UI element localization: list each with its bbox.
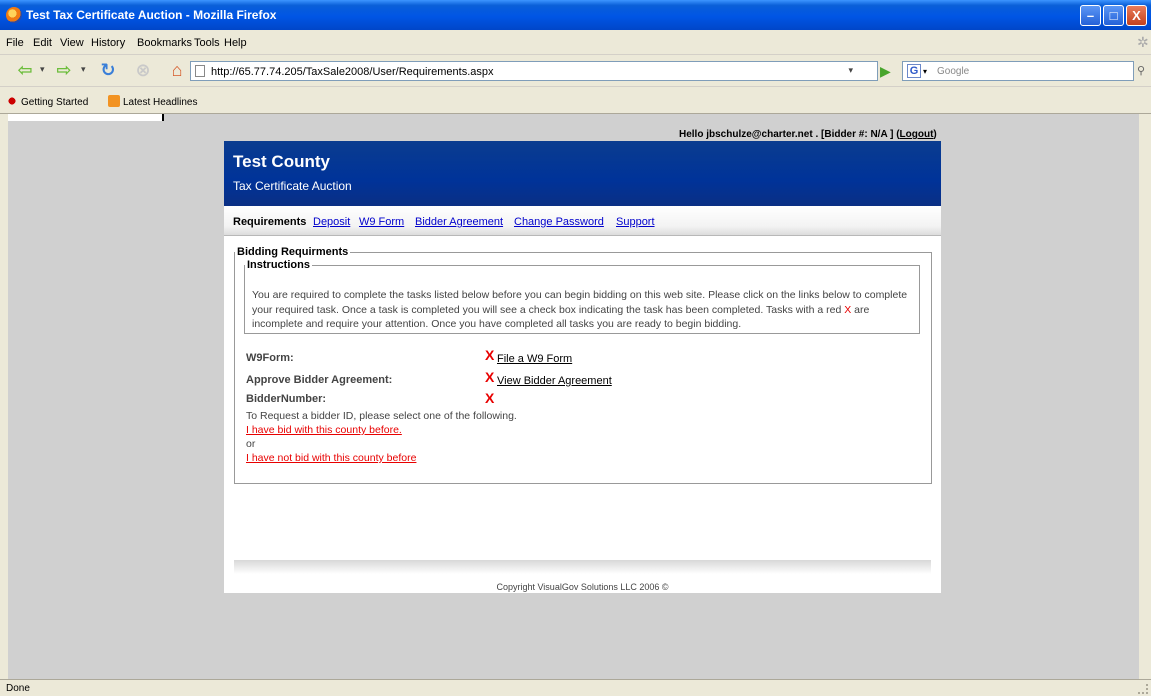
have-not-bid-before-link[interactable]: I have not bid with this county before	[246, 452, 416, 464]
bookmark-latest-headlines[interactable]: Latest Headlines	[108, 95, 198, 108]
instructions-legend: Instructions	[247, 259, 310, 271]
nav-requirements[interactable]: Requirements	[233, 216, 306, 228]
or-text: or	[246, 438, 256, 450]
window-title-bar: Test Tax Certificate Auction - Mozilla F…	[0, 0, 1151, 30]
menu-view[interactable]: View	[60, 37, 84, 49]
request-bidder-id-text: To Request a bidder ID, please select on…	[246, 410, 517, 422]
search-box[interactable]: G ▾ Google	[902, 61, 1134, 81]
bookmarks-toolbar: Getting Started Latest Headlines	[0, 87, 1151, 114]
menu-history[interactable]: History	[91, 37, 125, 49]
greeting-close-paren: )	[933, 129, 937, 140]
navigation-toolbar: ⇦ ▾ ⇨ ▾ ↻ ⊗ ⌂ http://65.77.74.205/TaxSal…	[0, 55, 1151, 87]
nav-w9-form[interactable]: W9 Form	[359, 216, 404, 228]
home-icon[interactable]: ⌂	[165, 58, 189, 82]
nav-bidder-agreement[interactable]: Bidder Agreement	[415, 216, 503, 228]
minimize-button[interactable]: –	[1080, 5, 1101, 26]
menu-edit[interactable]: Edit	[33, 37, 52, 49]
status-text: Done	[6, 683, 30, 694]
greeting-text: Hello jbschulze@charter.net . [Bidder #:…	[679, 129, 900, 140]
logout-link[interactable]: Logout	[900, 129, 934, 140]
menu-file[interactable]: File	[6, 37, 24, 49]
footer-divider	[234, 560, 931, 574]
nav-change-password[interactable]: Change Password	[514, 216, 604, 228]
forward-history-dropdown-icon[interactable]: ▾	[81, 64, 86, 75]
url-bar[interactable]: http://65.77.74.205/TaxSale2008/User/Req…	[190, 61, 878, 81]
status-bar: Done	[0, 679, 1151, 696]
menu-bar: File Edit View History Bookmarks Tools H…	[0, 30, 1151, 55]
resize-grip-icon[interactable]	[1138, 684, 1148, 694]
agreement-incomplete-x-icon: X	[485, 369, 495, 385]
page-fragment	[8, 114, 164, 121]
bidding-requirements-legend: Bidding Requirments	[237, 246, 349, 258]
nav-deposit[interactable]: Deposit	[313, 216, 350, 228]
instructions-part1: You are required to complete the tasks l…	[252, 289, 908, 316]
firefox-logo-icon	[6, 7, 22, 23]
task-label-bidder-number: BidderNumber:	[246, 393, 327, 405]
close-button[interactable]: X	[1126, 5, 1147, 26]
go-arrow-icon[interactable]: ▶	[880, 63, 891, 80]
site-banner: Test County Tax Certificate Auction	[224, 141, 941, 206]
firefox-bookmark-icon	[6, 95, 18, 107]
search-placeholder[interactable]: Google	[937, 66, 969, 77]
url-dropdown-icon[interactable]: ▾	[848, 65, 853, 76]
have-bid-before-link[interactable]: I have bid with this county before.	[246, 424, 402, 436]
county-title: Test County	[233, 152, 330, 171]
window-title: Test Tax Certificate Auction - Mozilla F…	[26, 8, 277, 22]
back-arrow-icon[interactable]: ⇦	[13, 58, 37, 82]
task-label-agreement: Approve Bidder Agreement:	[246, 374, 393, 386]
menu-bookmarks[interactable]: Bookmarks	[137, 37, 192, 49]
maximize-button[interactable]: □	[1103, 5, 1124, 26]
copyright-text: Copyright VisualGov Solutions LLC 2006 ©	[496, 582, 669, 592]
google-engine-icon[interactable]: G	[907, 64, 921, 78]
w9-incomplete-x-icon: X	[485, 347, 495, 363]
rss-feed-icon	[108, 95, 120, 107]
user-greeting: Hello jbschulze@charter.net . [Bidder #:…	[679, 129, 937, 140]
site-page: Test County Tax Certificate Auction Requ…	[224, 141, 941, 593]
site-nav: Requirements Deposit W9 Form Bidder Agre…	[224, 206, 941, 236]
search-engine-dropdown-icon[interactable]: ▾	[923, 67, 927, 76]
throbber-icon: ✲	[1137, 34, 1149, 50]
file-w9-link[interactable]: File a W9 Form	[497, 353, 572, 365]
bookmark-getting-started[interactable]: Getting Started	[6, 95, 88, 108]
menu-tools[interactable]: Tools	[194, 37, 220, 49]
nav-support[interactable]: Support	[616, 216, 655, 228]
browser-content: Hello jbschulze@charter.net . [Bidder #:…	[8, 114, 1139, 679]
forward-arrow-icon[interactable]: ⇨	[52, 58, 76, 82]
stop-icon[interactable]: ⊗	[131, 58, 155, 82]
auction-subtitle: Tax Certificate Auction	[233, 179, 352, 193]
reload-icon[interactable]: ↻	[96, 58, 120, 82]
menu-help[interactable]: Help	[224, 37, 247, 49]
back-history-dropdown-icon[interactable]: ▾	[40, 64, 45, 75]
bookmark-label: Latest Headlines	[123, 97, 198, 108]
bidder-number-incomplete-x-icon: X	[485, 390, 495, 406]
task-label-w9: W9Form:	[246, 352, 294, 364]
bookmark-label: Getting Started	[21, 97, 89, 108]
view-bidder-agreement-link[interactable]: View Bidder Agreement	[497, 375, 612, 387]
page-icon	[195, 65, 205, 77]
instructions-text: You are required to complete the tasks l…	[252, 288, 918, 332]
url-text[interactable]: http://65.77.74.205/TaxSale2008/User/Req…	[211, 66, 494, 78]
search-icon[interactable]: ⚲	[1137, 64, 1149, 78]
